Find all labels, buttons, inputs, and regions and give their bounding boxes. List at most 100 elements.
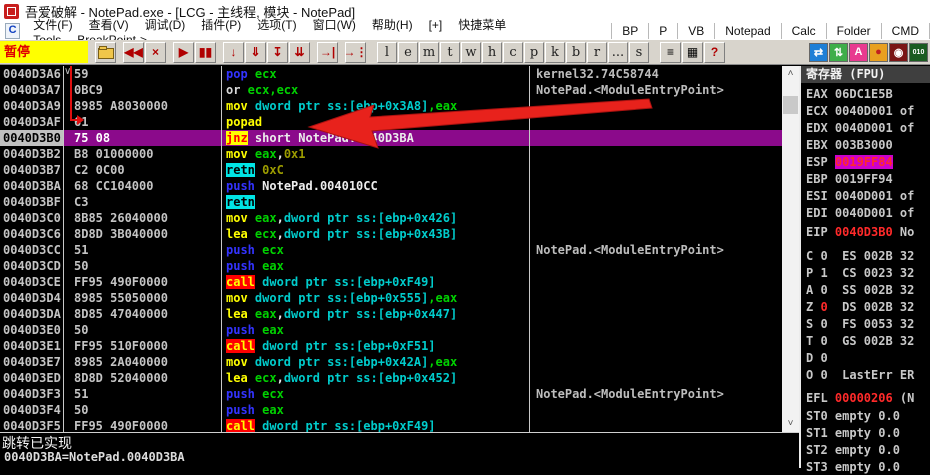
menu-button-calc[interactable]: Calc — [781, 23, 826, 39]
disasm-row[interactable]: 0040D3CEFF95 490F0000call dword ptr ss:[… — [0, 274, 782, 290]
view-button-k[interactable]: k — [545, 42, 565, 63]
disasm-row[interactable]: 0040D3A98985 A8030000mov dword ptr ss:[e… — [0, 98, 782, 114]
ascii-icon[interactable]: A — [849, 43, 868, 62]
register-st0[interactable]: ST0 empty 0.0 — [806, 408, 900, 424]
view-button-s[interactable]: s — [629, 42, 649, 63]
menu-item-v[interactable]: 查看(V) — [81, 17, 137, 33]
register-ebp[interactable]: EBP 0019FF94 — [806, 171, 893, 187]
disasm-row[interactable]: 0040D3E050push eax — [0, 322, 782, 338]
view-button-r[interactable]: r — [587, 42, 607, 63]
register-ebx[interactable]: EBX 003B3000 — [806, 137, 893, 153]
pause-icon[interactable]: ▮▮ — [195, 42, 216, 63]
disasm-row[interactable]: 0040D3D48985 55050000mov dword ptr ss:[e… — [0, 290, 782, 306]
disassembly-pane[interactable]: 0040D3A659pop ecxkernel32.74C587440040D3… — [0, 66, 782, 432]
view-button-p[interactable]: p — [524, 42, 544, 63]
disasm-row[interactable]: 0040D3A659pop ecxkernel32.74C58744 — [0, 66, 782, 82]
disasm-row[interactable]: 0040D3CD50push eax — [0, 258, 782, 274]
animate-into-icon[interactable]: ↧ — [267, 42, 288, 63]
flag-o[interactable]: O 0 LastErr ER — [806, 367, 914, 383]
register-esp[interactable]: ESP 0019FF84 — [806, 154, 893, 170]
menu-item-f[interactable]: 文件(F) — [25, 17, 80, 33]
view-button-e[interactable]: e — [398, 42, 418, 63]
register-edx[interactable]: EDX 0040D001 of — [806, 120, 914, 136]
close-icon[interactable]: × — [145, 42, 166, 63]
menu-button-p[interactable]: P — [648, 23, 677, 39]
register-edi[interactable]: EDI 0040D001 of — [806, 205, 914, 221]
run-icon[interactable]: ▶ — [173, 42, 194, 63]
view-button-c[interactable]: c — [503, 42, 523, 63]
menu-item-p[interactable]: 插件(P) — [193, 17, 249, 33]
disasm-row[interactable]: 0040D3DA8D85 47040000lea eax,dword ptr s… — [0, 306, 782, 322]
registers-pane[interactable]: 寄存器 (FPU) EAX 06DC1E5BECX 0040D001 ofEDX… — [799, 66, 930, 468]
flag-d[interactable]: D 0 — [806, 350, 828, 366]
restart-icon[interactable]: ◀◀ — [123, 42, 144, 63]
flag-p[interactable]: P 1 CS 0023 32 — [806, 265, 914, 281]
disasm-row[interactable]: 0040D3ED8D8D 52040000lea ecx,dword ptr s… — [0, 370, 782, 386]
flag-s[interactable]: S 0 FS 0053 32 — [806, 316, 914, 332]
menu-item-d[interactable]: 调试(D) — [137, 17, 194, 33]
register-efl[interactable]: EFL 00000206 (N — [806, 390, 914, 406]
scrollbar-thumb[interactable] — [783, 96, 798, 114]
register-st3[interactable]: ST3 empty 0.0 — [806, 459, 900, 475]
register-ecx[interactable]: ECX 0040D001 of — [806, 103, 914, 119]
menu-button-vb[interactable]: VB — [677, 23, 714, 39]
menu-button-folder[interactable]: Folder — [826, 23, 881, 39]
menu-item-h[interactable]: 帮助(H) — [364, 17, 421, 33]
record-icon[interactable]: ● — [869, 43, 888, 62]
register-st1[interactable]: ST1 empty 0.0 — [806, 425, 900, 441]
binary-icon[interactable]: 010 — [909, 43, 928, 62]
disasm-row[interactable]: 0040D3C08B85 26040000mov eax,dword ptr s… — [0, 210, 782, 226]
view-button-t[interactable]: t — [440, 42, 460, 63]
menu-button-cmd[interactable]: CMD — [881, 23, 930, 39]
menu-button-notepad[interactable]: Notepad — [714, 23, 780, 39]
disasm-row[interactable]: 0040D3F351push ecxNotePad.<ModuleEntryPo… — [0, 386, 782, 402]
view-button-l[interactable]: l — [377, 42, 397, 63]
step-over-icon[interactable]: ⇓ — [245, 42, 266, 63]
flag-c[interactable]: C 0 ES 002B 32 — [806, 248, 914, 264]
run-to-return-icon[interactable]: →| — [317, 42, 338, 63]
disasm-row[interactable]: 0040D3B2B8 01000000mov eax,0x1 — [0, 146, 782, 162]
menu-item-w[interactable]: 窗口(W) — [305, 17, 364, 33]
target-icon[interactable]: ◉ — [889, 43, 908, 62]
view-button-w[interactable]: w — [461, 42, 481, 63]
register-eax[interactable]: EAX 06DC1E5B — [806, 86, 893, 102]
view-button-m[interactable]: m — [419, 42, 439, 63]
disasm-row[interactable]: 0040D3B7C2 0C00retn 0xC — [0, 162, 782, 178]
menu-item-t[interactable]: 选项(T) — [249, 17, 304, 33]
disassembly-scrollbar[interactable]: ˄ ˅ — [782, 66, 799, 432]
disasm-row[interactable]: 0040D3F450push eax — [0, 402, 782, 418]
go-to-icon[interactable]: →⋮ — [345, 42, 366, 63]
flag-a[interactable]: A 0 SS 002B 32 — [806, 282, 914, 298]
view-button-dotdotdot[interactable]: ... — [608, 42, 628, 63]
disasm-row[interactable]: 0040D3E1FF95 510F0000call dword ptr ss:[… — [0, 338, 782, 354]
view-button-b[interactable]: b — [566, 42, 586, 63]
disasm-row[interactable]: 0040D3F5FF95 490F0000call dword ptr ss:[… — [0, 418, 782, 432]
view-button-h[interactable]: h — [482, 42, 502, 63]
log-list-icon[interactable]: ≡ — [660, 42, 681, 63]
step-into-icon[interactable]: ↓ — [223, 42, 244, 63]
sort-icon[interactable]: ⇅ — [829, 43, 848, 62]
open-file-icon[interactable] — [95, 42, 116, 63]
animate-over-icon[interactable]: ⇊ — [289, 42, 310, 63]
scroll-down-icon[interactable]: ˅ — [782, 416, 799, 432]
flag-z[interactable]: Z 0 DS 002B 32 — [806, 299, 914, 315]
menu-button-bp[interactable]: BP — [611, 23, 648, 39]
menu-item-[interactable]: [+] — [421, 17, 451, 33]
disasm-row[interactable]: 0040D3CC51push ecxNotePad.<ModuleEntryPo… — [0, 242, 782, 258]
register-eip[interactable]: EIP 0040D3B0 No — [806, 224, 914, 240]
windows-icon[interactable]: ▦ — [682, 42, 703, 63]
disasm-row[interactable]: 0040D3AF61popad — [0, 114, 782, 130]
menu-item-[interactable]: 快捷菜单 — [450, 17, 514, 33]
disasm-row[interactable]: 0040D3B075 08jnz short NotePad.0040D3BA — [0, 130, 782, 146]
flag-t[interactable]: T 0 GS 002B 32 — [806, 333, 914, 349]
register-esi[interactable]: ESI 0040D001 of — [806, 188, 914, 204]
scroll-up-icon[interactable]: ˄ — [782, 66, 799, 82]
disasm-row[interactable]: 0040D3A70BC9or ecx,ecxNotePad.<ModuleEnt… — [0, 82, 782, 98]
disasm-row[interactable]: 0040D3BA68 CC104000push NotePad.004010CC — [0, 178, 782, 194]
cpu-window-icon[interactable]: C — [5, 23, 20, 39]
disasm-row[interactable]: 0040D3E78985 2A040000mov dword ptr ss:[e… — [0, 354, 782, 370]
help-icon[interactable]: ? — [704, 42, 725, 63]
disasm-row[interactable]: 0040D3C68D8D 3B040000lea ecx,dword ptr s… — [0, 226, 782, 242]
sync-icon[interactable]: ⇄ — [809, 43, 828, 62]
register-st2[interactable]: ST2 empty 0.0 — [806, 442, 900, 458]
